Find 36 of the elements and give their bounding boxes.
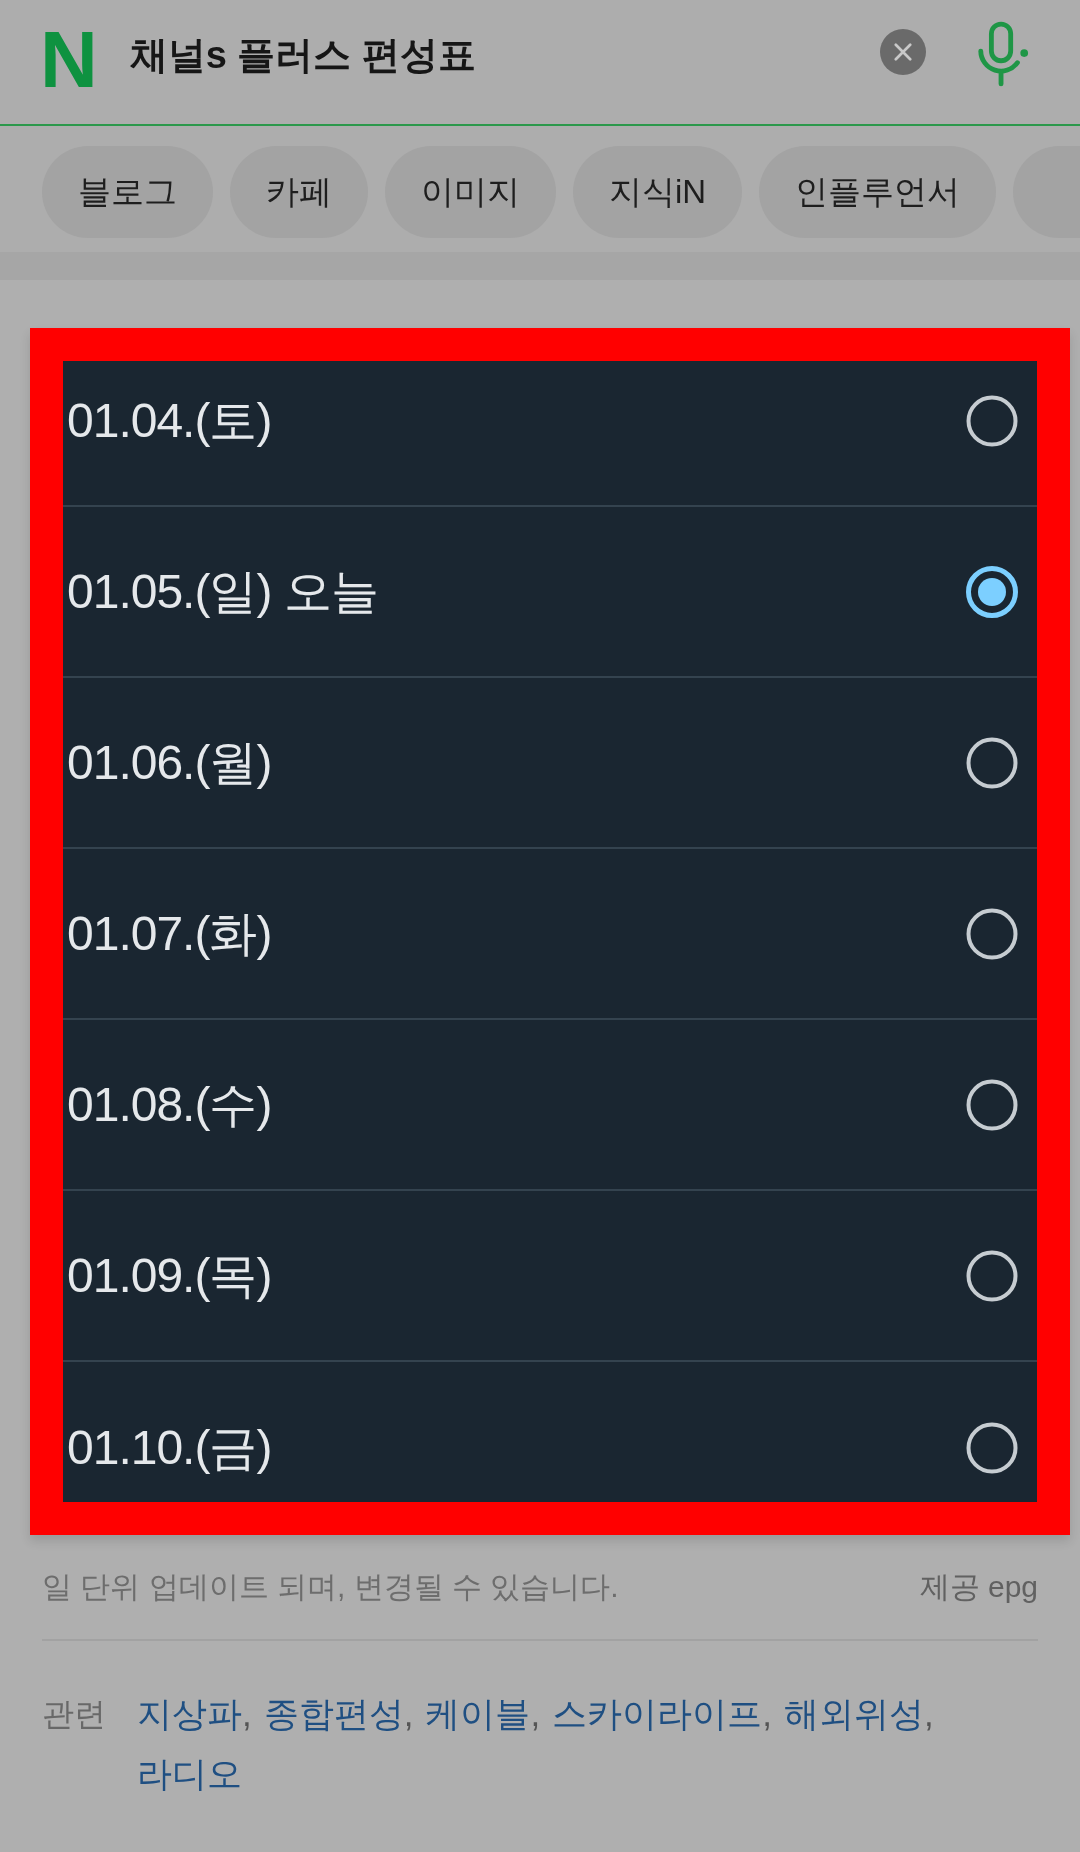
search-field[interactable]: 채널s 플러스 편성표 bbox=[129, 29, 880, 81]
list-separator: , bbox=[923, 1694, 934, 1733]
radio-button[interactable] bbox=[966, 1078, 1018, 1131]
radio-button[interactable] bbox=[966, 1421, 1018, 1474]
date-option[interactable]: 01.10.(금) bbox=[63, 1362, 1037, 1502]
list-separator: , bbox=[762, 1694, 772, 1733]
related-link[interactable]: 케이블 bbox=[425, 1694, 531, 1733]
category-chip[interactable]: 이미지 bbox=[385, 146, 556, 238]
list-separator: , bbox=[530, 1694, 541, 1733]
radio-button[interactable] bbox=[966, 907, 1018, 960]
category-chip[interactable]: 카페 bbox=[230, 146, 368, 238]
date-option[interactable]: 01.09.(목) bbox=[63, 1191, 1037, 1362]
related-link[interactable]: 해외위성 bbox=[783, 1694, 924, 1733]
related-link[interactable]: 스카이라이프 bbox=[552, 1694, 763, 1733]
date-option[interactable]: 01.05.(일) 오늘 bbox=[63, 507, 1037, 678]
radio-button[interactable] bbox=[966, 1249, 1018, 1302]
update-notice: 일 단위 업데이트 되며, 변경될 수 있습니다. bbox=[42, 1568, 619, 1605]
radio-button[interactable] bbox=[966, 394, 1018, 447]
category-chip[interactable]: 인플루언서 bbox=[759, 146, 997, 238]
date-option[interactable]: 01.04.(토) bbox=[63, 361, 1037, 507]
radio-button[interactable] bbox=[966, 565, 1018, 618]
related-label: 관련 bbox=[42, 1695, 107, 1734]
related-link[interactable]: 라디오 bbox=[137, 1754, 242, 1793]
list-separator: , bbox=[242, 1694, 252, 1733]
close-icon bbox=[894, 43, 912, 61]
related-link[interactable]: 지상파 bbox=[137, 1694, 242, 1733]
date-option[interactable]: 01.06.(월) bbox=[63, 678, 1037, 849]
list-separator: , bbox=[403, 1694, 414, 1733]
clear-button[interactable] bbox=[880, 29, 926, 75]
provider-label: 제공 epg bbox=[919, 1568, 1038, 1605]
category-chip[interactable]: 지식iN bbox=[573, 146, 743, 238]
date-option[interactable]: 01.08.(수) bbox=[63, 1020, 1037, 1191]
radio-button[interactable] bbox=[966, 736, 1018, 789]
category-chip[interactable]: 블로그 bbox=[42, 146, 213, 238]
date-option[interactable]: 01.07.(화) bbox=[63, 849, 1037, 1020]
related-link[interactable]: 종합편성 bbox=[263, 1694, 404, 1733]
